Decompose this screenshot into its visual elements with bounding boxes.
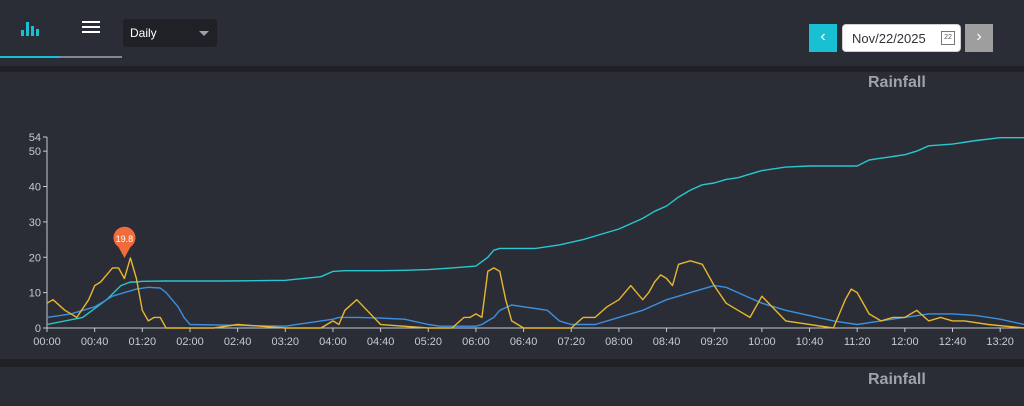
calendar-icon[interactable]: 22 <box>941 31 955 45</box>
series-line-0 <box>46 136 1024 326</box>
y-tick-label: 0 <box>35 323 41 335</box>
x-tick-label: 04:00 <box>319 336 347 348</box>
y-tick-label: 50 <box>29 146 41 158</box>
menu-icon <box>82 21 100 33</box>
date-input[interactable]: Nov/22/2025 22 <box>842 24 961 52</box>
y-tick-label: 54 <box>29 132 41 144</box>
x-tick-label: 03:20 <box>272 336 300 348</box>
max-value-label: 19.8 <box>116 234 134 244</box>
y-tick-label: 40 <box>29 182 41 194</box>
next-day-button[interactable]: › <box>965 24 993 52</box>
period-select[interactable]: Daily <box>123 19 217 47</box>
x-tick-label: 11:20 <box>844 336 871 348</box>
x-tick-label: 04:40 <box>367 336 395 348</box>
x-tick-label: 08:00 <box>605 336 633 348</box>
tab-chart-view[interactable] <box>0 0 60 58</box>
date-value: Nov/22/2025 <box>852 31 926 46</box>
x-tick-label: 13:20 <box>986 336 1014 348</box>
tab-list-view[interactable] <box>60 0 122 58</box>
divider <box>0 359 1024 367</box>
period-select-value: Daily <box>130 26 157 40</box>
toolbar: Daily ‹ Nov/22/2025 22 › <box>0 0 1024 66</box>
x-tick-label: 06:40 <box>510 336 538 348</box>
x-tick-label: 00:40 <box>81 336 109 348</box>
rainfall-chart: 0 10 20 30 40 50 54 00:00 00:40 01:20 02:00 02:40 03… <box>29 132 1024 348</box>
y-tick-label: 20 <box>29 252 41 264</box>
x-tick-label: 02:40 <box>224 336 252 348</box>
x-tick-label: 10:00 <box>748 336 776 348</box>
series-line-2 <box>46 257 1024 329</box>
panel-title: Rainfall <box>868 74 926 91</box>
x-tick-label: 06:00 <box>462 336 490 348</box>
divider <box>0 66 1024 72</box>
x-tick-label: 08:40 <box>653 336 681 348</box>
x-tick-label: 10:40 <box>796 336 824 348</box>
y-tick-label: 30 <box>29 217 41 229</box>
previous-day-button[interactable]: ‹ <box>809 24 837 52</box>
series-line-1 <box>46 284 1024 327</box>
y-tick-label: 10 <box>29 288 41 300</box>
x-tick-label: 09:20 <box>700 336 728 348</box>
x-tick-label: 00:00 <box>33 336 61 348</box>
x-tick-label: 05:20 <box>415 336 443 348</box>
x-tick-label: 12:40 <box>939 336 967 348</box>
x-tick-label: 07:20 <box>557 336 585 348</box>
panel-title-2: Rainfall <box>868 371 926 388</box>
bar-chart-icon <box>21 22 39 36</box>
x-tick-label: 01:20 <box>129 336 157 348</box>
x-tick-label: 02:00 <box>176 336 204 348</box>
x-tick-label: 12:00 <box>891 336 919 348</box>
chevron-down-icon <box>199 31 209 36</box>
